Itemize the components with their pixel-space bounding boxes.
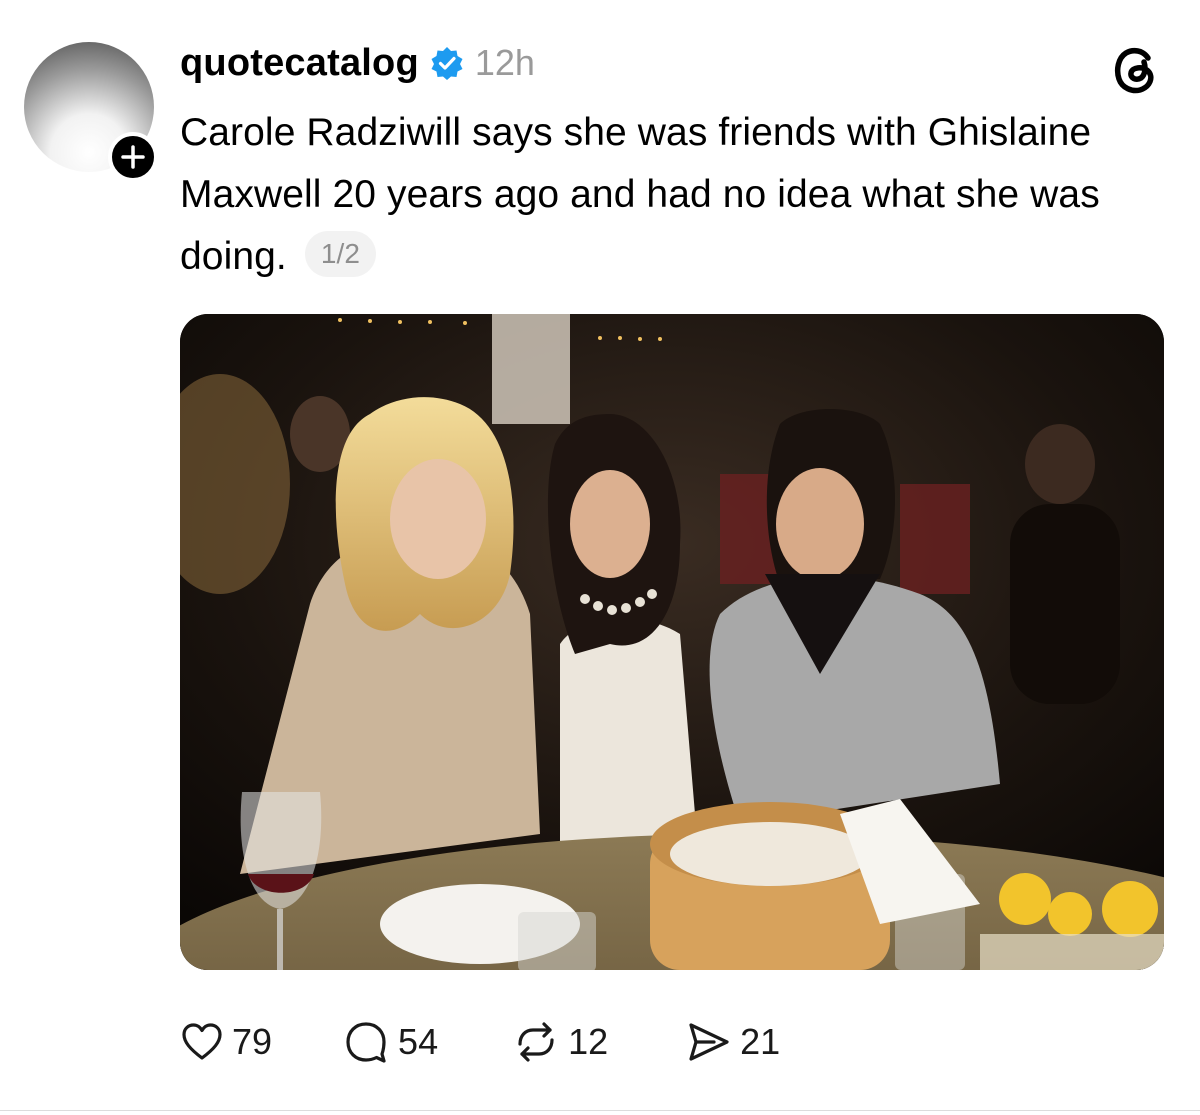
speech-bubble-icon [346, 1022, 386, 1063]
like-button[interactable]: 79 [180, 1020, 272, 1064]
share-button[interactable]: 21 [684, 1018, 780, 1066]
share-count: 21 [740, 1021, 781, 1062]
username[interactable]: quotecatalog [180, 42, 419, 85]
follow-button[interactable] [108, 132, 158, 182]
repost-button[interactable]: 12 [512, 1018, 608, 1066]
photo-image [180, 314, 1164, 970]
plus-icon [121, 145, 145, 169]
post-divider [0, 1110, 1200, 1111]
send-icon [689, 1023, 729, 1061]
verified-badge-icon [431, 47, 463, 80]
post-timestamp: 12h [474, 42, 535, 83]
reply-button[interactable]: 54 [342, 1018, 438, 1066]
post-text-container: Carole Radziwill says she was friends wi… [180, 102, 1180, 288]
repost-arrows-icon [518, 1022, 554, 1062]
threads-logo-icon[interactable] [1108, 42, 1164, 98]
post-header: quotecatalog 12h [180, 38, 535, 88]
reply-count: 54 [398, 1021, 439, 1062]
action-bar: 79 54 12 21 [180, 1012, 780, 1072]
heart-icon [182, 1023, 222, 1060]
thread-counter[interactable]: 1/2 [304, 231, 377, 277]
post-photo[interactable] [180, 314, 1164, 970]
like-count: 79 [232, 1021, 273, 1062]
repost-count: 12 [568, 1021, 609, 1062]
